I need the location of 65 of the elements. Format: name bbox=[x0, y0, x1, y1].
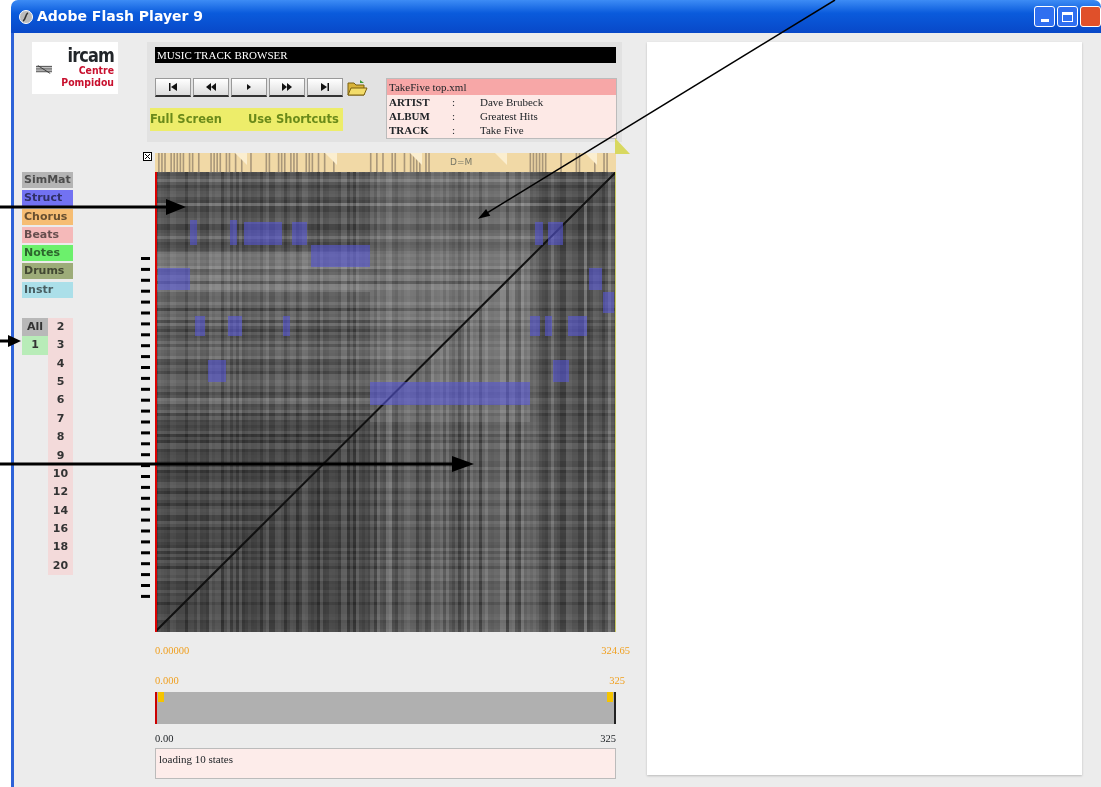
range-start: 0.000 bbox=[155, 673, 179, 688]
triangle-marker-icon bbox=[615, 138, 630, 154]
level-item[interactable]: 16 bbox=[52, 522, 69, 536]
field-label: ARTIST bbox=[389, 95, 431, 109]
logo-text: Pompidou bbox=[61, 77, 114, 89]
level-item[interactable]: 4 bbox=[56, 356, 65, 370]
logo-text: ircam bbox=[66, 46, 114, 65]
range-slider[interactable] bbox=[155, 691, 616, 724]
level-item[interactable]: 7 bbox=[56, 411, 65, 425]
layer-tag[interactable]: Instr bbox=[22, 281, 73, 298]
end-handle[interactable] bbox=[607, 691, 613, 702]
close-icon[interactable] bbox=[143, 152, 152, 161]
annotation-arrow bbox=[0, 335, 21, 347]
axis-end: 325 bbox=[600, 731, 616, 746]
field-separator: : bbox=[452, 95, 457, 109]
start-time: 0.00000 bbox=[155, 644, 190, 658]
level-item[interactable]: 20 bbox=[52, 558, 69, 572]
layer-tag[interactable]: SimMat bbox=[22, 172, 73, 188]
start-handle[interactable] bbox=[158, 691, 164, 702]
skip-back-icon bbox=[167, 82, 179, 92]
level-item[interactable]: 8 bbox=[56, 430, 65, 444]
axis-start: 0.00 bbox=[155, 731, 174, 746]
field-separator: : bbox=[452, 109, 457, 123]
field-label: TRACK bbox=[389, 123, 430, 137]
field-value: Greatest Hits bbox=[480, 109, 538, 123]
window-title: Adobe Flash Player 9 bbox=[37, 7, 204, 26]
file-name: TakeFive top.xml bbox=[387, 79, 616, 95]
status-text: loading 10 states bbox=[159, 753, 233, 766]
level-item[interactable]: All bbox=[22, 317, 48, 337]
browser-title: MUSIC TRACK BROWSER bbox=[155, 47, 616, 63]
play-button[interactable] bbox=[231, 78, 267, 97]
level-item[interactable]: 1 bbox=[22, 336, 48, 355]
field-value: Take Five bbox=[480, 123, 524, 137]
logo-text: Centre bbox=[77, 65, 114, 77]
open-folder-icon[interactable] bbox=[347, 78, 368, 97]
level-item[interactable]: 14 bbox=[52, 503, 69, 517]
skip-forward-button[interactable] bbox=[307, 78, 343, 97]
field-label: ALBUM bbox=[389, 109, 431, 123]
field-value: Dave Brubeck bbox=[480, 95, 544, 109]
minimize-button[interactable] bbox=[1034, 6, 1055, 27]
level-item[interactable]: 18 bbox=[52, 540, 69, 554]
rewind-icon bbox=[205, 82, 217, 92]
level-item[interactable]: 3 bbox=[56, 338, 65, 352]
maximize-button[interactable] bbox=[1057, 6, 1078, 27]
level-item[interactable]: 12 bbox=[52, 485, 69, 499]
staff-lines-icon bbox=[36, 65, 52, 74]
fast-forward-button[interactable] bbox=[269, 78, 305, 97]
end-time: 324.65 bbox=[601, 644, 630, 658]
level-item[interactable]: 9 bbox=[56, 448, 65, 462]
skip-back-button[interactable] bbox=[155, 78, 191, 97]
range-end: 325 bbox=[609, 673, 625, 688]
level-item[interactable]: 10 bbox=[52, 466, 69, 480]
segment-label: D=M bbox=[450, 157, 473, 167]
field-separator: : bbox=[452, 123, 457, 137]
level-item[interactable]: 5 bbox=[56, 374, 65, 388]
level-item[interactable]: 6 bbox=[56, 393, 65, 407]
skip-forward-icon bbox=[319, 82, 331, 92]
level-item[interactable]: 2 bbox=[56, 319, 65, 333]
rewind-button[interactable] bbox=[193, 78, 229, 97]
fast-forward-icon bbox=[281, 82, 293, 92]
flash-icon bbox=[19, 9, 33, 24]
layer-tag[interactable]: Drums bbox=[22, 263, 73, 280]
close-button[interactable] bbox=[1080, 6, 1101, 27]
layer-tag[interactable]: Beats bbox=[22, 226, 73, 243]
layer-tag[interactable]: Notes bbox=[22, 245, 73, 262]
